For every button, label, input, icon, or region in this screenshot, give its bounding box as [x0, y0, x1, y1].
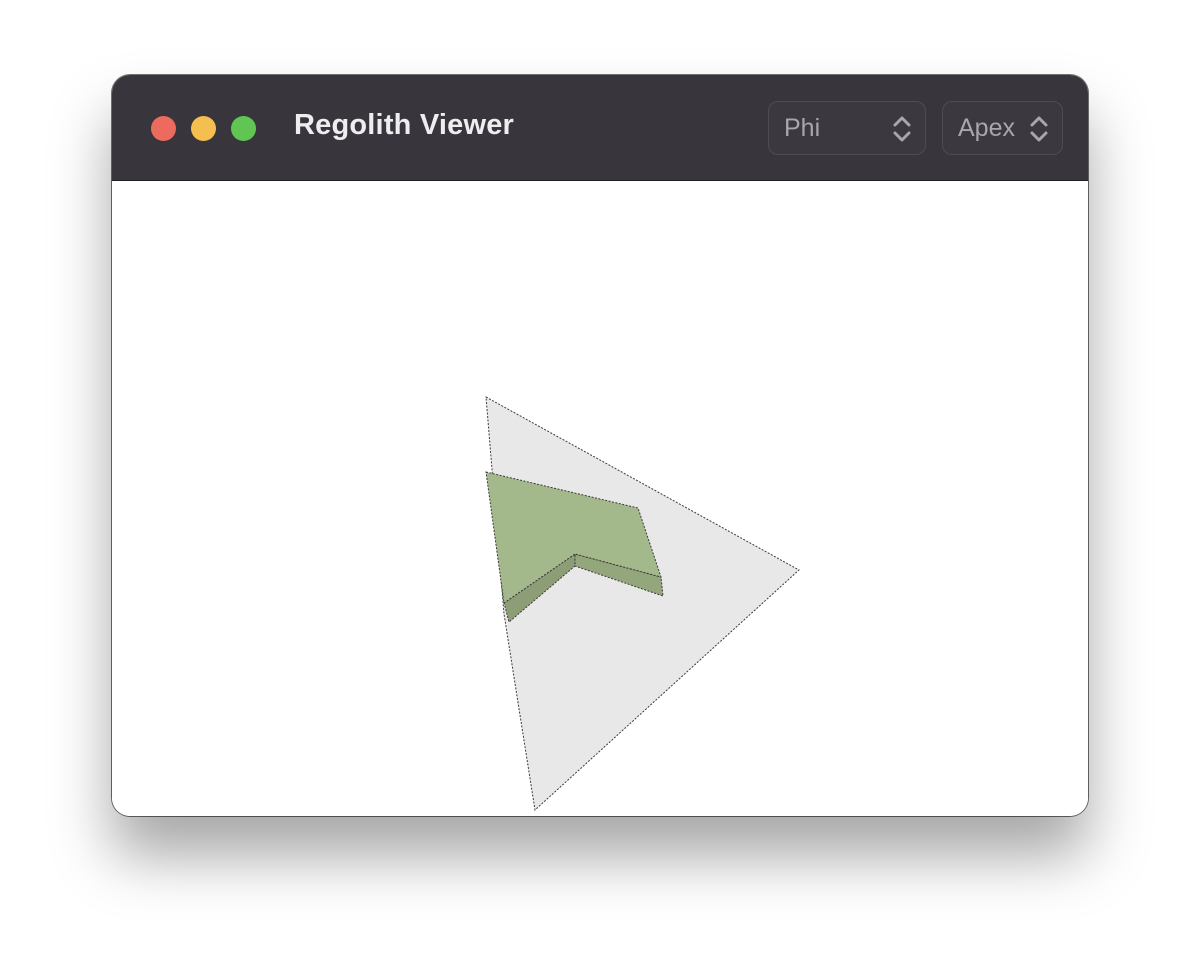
app-window: Regolith Viewer Phi Apex	[112, 75, 1088, 816]
phi-select-value: Phi	[784, 114, 821, 142]
apex-select-value: Apex	[958, 114, 1015, 142]
close-button[interactable]	[151, 116, 176, 141]
chevron-up-down-icon	[1030, 116, 1048, 142]
scene-canvas	[485, 396, 800, 811]
3d-viewport[interactable]	[112, 181, 1088, 816]
title-bar[interactable]: Regolith Viewer Phi Apex	[112, 75, 1088, 181]
ground-plane	[485, 396, 800, 811]
maximize-button[interactable]	[231, 116, 256, 141]
apex-select[interactable]: Apex	[942, 101, 1063, 155]
phi-select[interactable]: Phi	[768, 101, 926, 155]
minimize-button[interactable]	[191, 116, 216, 141]
window-title: Regolith Viewer	[294, 109, 515, 141]
chevron-up-down-icon	[893, 116, 911, 142]
